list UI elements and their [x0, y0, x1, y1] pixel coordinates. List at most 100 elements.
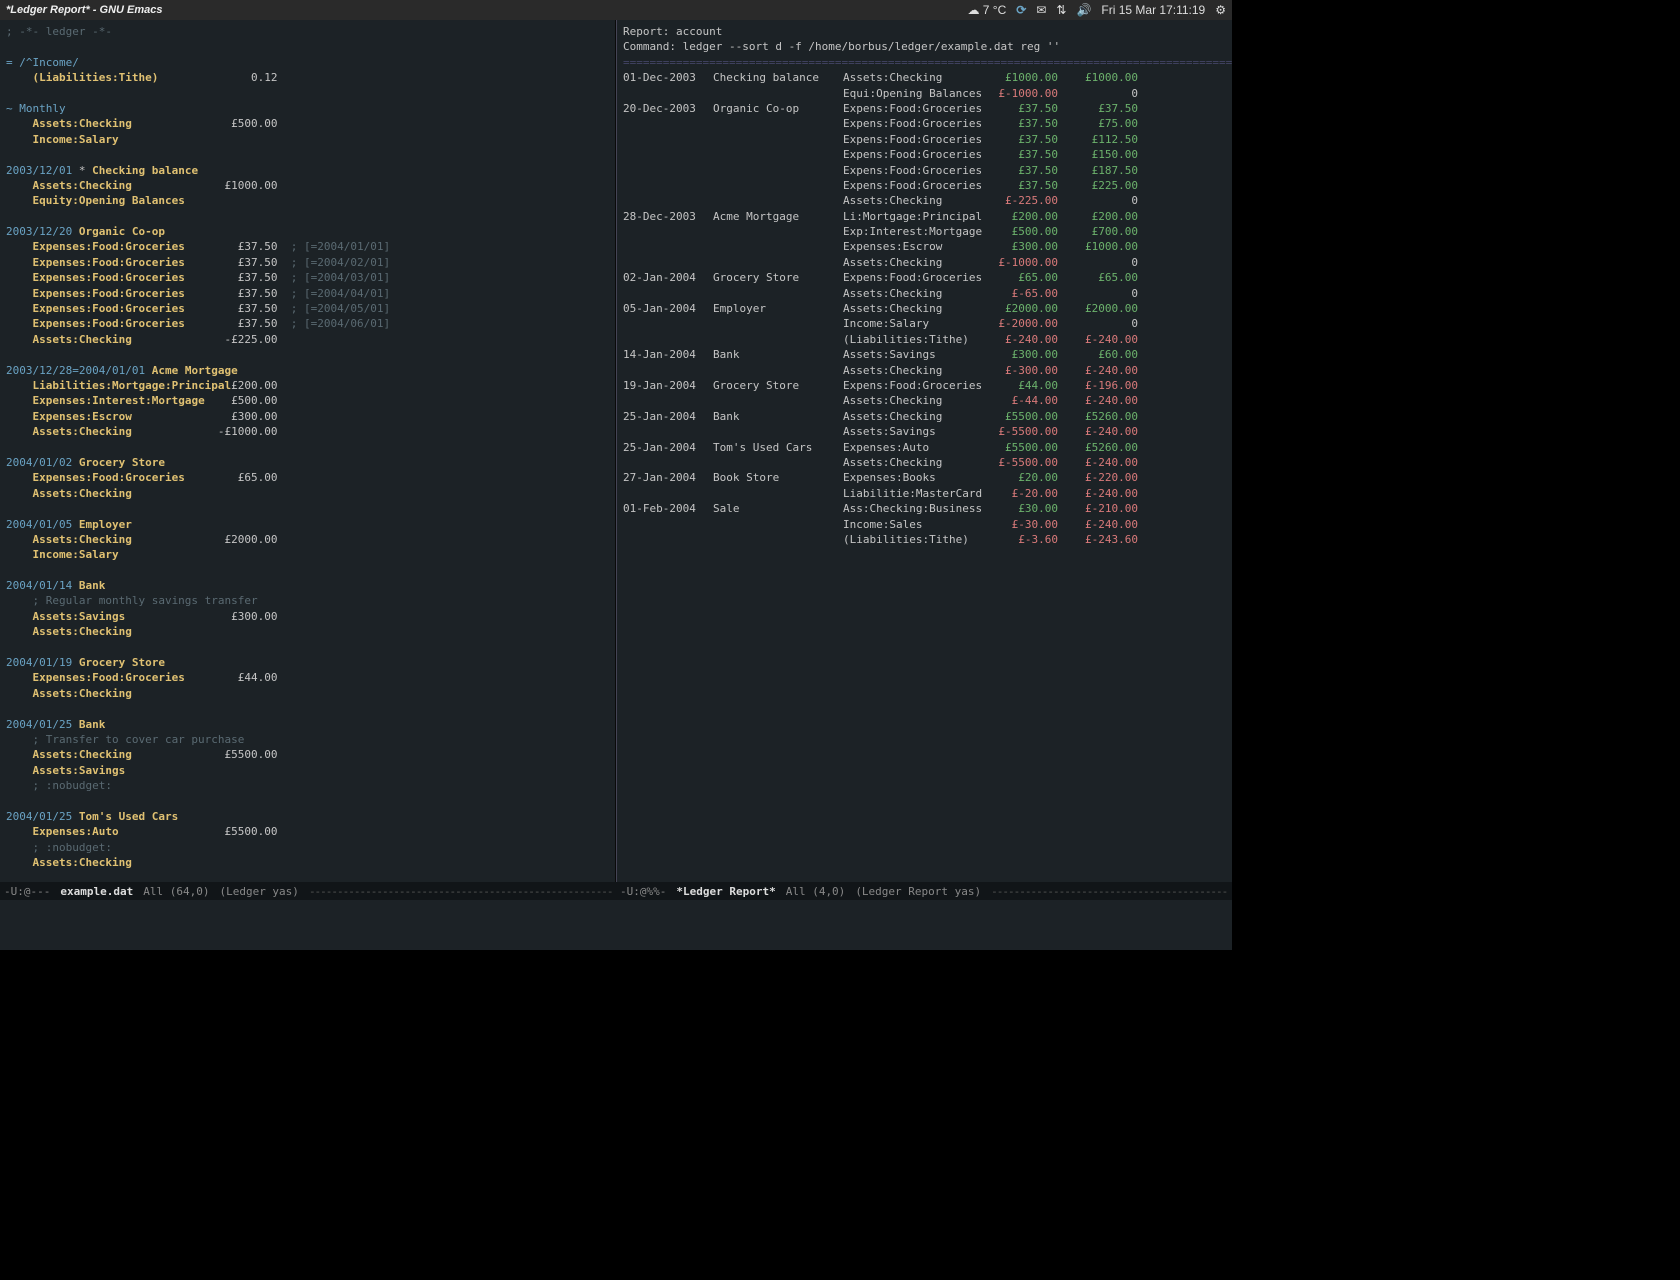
report-row[interactable]: Equi:Opening Balances£-1000.000 [623, 86, 1226, 101]
settings-gear-icon[interactable]: ⚙ [1215, 3, 1226, 17]
ledger-report-buffer[interactable]: Report: accountCommand: ledger --sort d … [616, 20, 1232, 882]
ledger-source-buffer[interactable]: ; -*- ledger -*- = /^Income/ (Liabilitie… [0, 20, 616, 882]
source-line[interactable] [6, 347, 609, 362]
source-line[interactable] [6, 209, 609, 224]
source-line[interactable]: Expenses:Food:Groceries£65.00 [6, 470, 609, 485]
clock[interactable]: Fri 15 Mar 17:11:19 [1101, 3, 1205, 17]
report-row[interactable]: Assets:Savings£-5500.00£-240.00 [623, 424, 1226, 439]
source-line[interactable]: Income:Salary [6, 547, 609, 562]
source-line[interactable] [6, 501, 609, 516]
source-line[interactable]: 2004/01/25 Bank [6, 717, 609, 732]
report-row[interactable]: Expens:Food:Groceries£37.50£112.50 [623, 132, 1226, 147]
minibuffer[interactable] [0, 900, 1232, 950]
report-row[interactable]: Assets:Checking£-5500.00£-240.00 [623, 455, 1226, 470]
source-line[interactable]: ; Transfer to cover car purchase [6, 732, 609, 747]
report-row[interactable]: Income:Sales£-30.00£-240.00 [623, 517, 1226, 532]
source-line[interactable]: Liabilities:Mortgage:Principal£200.00 [6, 378, 609, 393]
source-line[interactable] [6, 39, 609, 54]
report-row[interactable]: (Liabilities:Tithe)£-240.00£-240.00 [623, 332, 1226, 347]
report-row[interactable]: 28-Dec-2003Acme MortgageLi:Mortgage:Prin… [623, 209, 1226, 224]
source-line[interactable] [6, 640, 609, 655]
source-line[interactable]: 2003/12/01 * Checking balance [6, 163, 609, 178]
source-line[interactable] [6, 794, 609, 809]
report-row[interactable]: Assets:Checking£-300.00£-240.00 [623, 363, 1226, 378]
source-line[interactable] [6, 440, 609, 455]
report-row[interactable]: 25-Jan-2004Tom's Used CarsExpenses:Auto£… [623, 440, 1226, 455]
source-line[interactable]: ; :nobudget: [6, 778, 609, 793]
source-line[interactable]: Assets:Checking [6, 855, 609, 870]
report-row[interactable]: Assets:Checking£-225.000 [623, 193, 1226, 208]
source-line[interactable]: 2004/01/02 Grocery Store [6, 455, 609, 470]
source-line[interactable] [6, 86, 609, 101]
report-row[interactable]: Expens:Food:Groceries£37.50£150.00 [623, 147, 1226, 162]
source-line[interactable]: Income:Salary [6, 132, 609, 147]
report-row[interactable]: Expens:Food:Groceries£37.50£75.00 [623, 116, 1226, 131]
source-line[interactable]: Expenses:Food:Groceries£44.00 [6, 670, 609, 685]
source-line[interactable]: (Liabilities:Tithe)0.12 [6, 70, 609, 85]
report-row[interactable]: 20-Dec-2003Organic Co-opExpens:Food:Groc… [623, 101, 1226, 116]
report-row[interactable]: Expenses:Escrow£300.00£1000.00 [623, 239, 1226, 254]
source-line[interactable]: 2004/01/25 Tom's Used Cars [6, 809, 609, 824]
refresh-icon[interactable]: ⟳ [1016, 3, 1026, 17]
report-row[interactable]: 01-Feb-2004SaleAss:Checking:Business£30.… [623, 501, 1226, 516]
source-line[interactable]: Assets:Checking [6, 686, 609, 701]
source-line[interactable]: Assets:Savings [6, 763, 609, 778]
source-line[interactable]: 2004/01/14 Bank [6, 578, 609, 593]
source-line[interactable]: = /^Income/ [6, 55, 609, 70]
source-line[interactable]: 2004/01/19 Grocery Store [6, 655, 609, 670]
source-line[interactable] [6, 701, 609, 716]
source-line[interactable]: Expenses:Food:Groceries£37.50 ; [=2004/0… [6, 316, 609, 331]
report-row[interactable]: 19-Jan-2004Grocery StoreExpens:Food:Groc… [623, 378, 1226, 393]
source-line[interactable]: ; Regular monthly savings transfer [6, 593, 609, 608]
source-line[interactable]: Assets:Checking£2000.00 [6, 532, 609, 547]
source-line[interactable]: Expenses:Food:Groceries£37.50 ; [=2004/0… [6, 270, 609, 285]
report-row[interactable]: Expens:Food:Groceries£37.50£225.00 [623, 178, 1226, 193]
report-row[interactable]: Expens:Food:Groceries£37.50£187.50 [623, 163, 1226, 178]
source-line[interactable]: Assets:Checking£500.00 [6, 116, 609, 131]
source-line[interactable]: Assets:Checking£1000.00 [6, 178, 609, 193]
source-line[interactable]: Expenses:Escrow£300.00 [6, 409, 609, 424]
report-row[interactable]: 25-Jan-2004BankAssets:Checking£5500.00£5… [623, 409, 1226, 424]
source-line[interactable]: ; -*- ledger -*- [6, 24, 609, 39]
modeline-right[interactable]: -U:@%%- *Ledger Report* All (4,0) (Ledge… [616, 885, 1232, 898]
report-row[interactable]: 02-Jan-2004Grocery StoreExpens:Food:Groc… [623, 270, 1226, 285]
source-line[interactable]: Expenses:Auto£5500.00 [6, 824, 609, 839]
report-row[interactable]: Liabilitie:MasterCard£-20.00£-240.00 [623, 486, 1226, 501]
source-line[interactable]: Expenses:Interest:Mortgage£500.00 [6, 393, 609, 408]
report-row[interactable]: (Liabilities:Tithe)£-3.60£-243.60 [623, 532, 1226, 547]
volume-icon[interactable]: 🔊 [1076, 3, 1091, 17]
weather-indicator[interactable]: ☁ 7 °C [967, 3, 1006, 17]
source-line[interactable]: Expenses:Food:Groceries£37.50 ; [=2004/0… [6, 239, 609, 254]
source-line[interactable] [6, 563, 609, 578]
source-line[interactable]: Equity:Opening Balances [6, 193, 609, 208]
source-line[interactable]: Assets:Checking£5500.00 [6, 747, 609, 762]
source-line[interactable]: 2003/12/28=2004/01/01 Acme Mortgage [6, 363, 609, 378]
report-row[interactable]: 27-Jan-2004Book StoreExpenses:Books£20.0… [623, 470, 1226, 485]
report-row[interactable]: Exp:Interest:Mortgage£500.00£700.00 [623, 224, 1226, 239]
report-row[interactable]: Assets:Checking£-1000.000 [623, 255, 1226, 270]
network-icon[interactable]: ⇅ [1056, 3, 1066, 17]
source-line[interactable]: ~ Monthly [6, 101, 609, 116]
source-line[interactable]: 2003/12/20 Organic Co-op [6, 224, 609, 239]
source-line[interactable]: Expenses:Food:Groceries£37.50 ; [=2004/0… [6, 286, 609, 301]
source-line[interactable] [6, 870, 609, 882]
source-line[interactable]: 2004/01/05 Employer [6, 517, 609, 532]
report-row[interactable]: 01-Dec-2003Checking balanceAssets:Checki… [623, 70, 1226, 85]
report-row[interactable]: 14-Jan-2004BankAssets:Savings£300.00£60.… [623, 347, 1226, 362]
source-line[interactable]: Assets:Checking [6, 624, 609, 639]
modeline-left[interactable]: -U:@--- example.dat All (64,0) (Ledger y… [0, 885, 616, 898]
report-row[interactable]: Assets:Checking£-44.00£-240.00 [623, 393, 1226, 408]
source-line[interactable]: Assets:Checking-£225.00 [6, 332, 609, 347]
source-line[interactable]: Expenses:Food:Groceries£37.50 ; [=2004/0… [6, 255, 609, 270]
modeline-filler: ----------------------------------------… [309, 885, 612, 898]
source-line[interactable]: Expenses:Food:Groceries£37.50 ; [=2004/0… [6, 301, 609, 316]
source-line[interactable]: Assets:Savings£300.00 [6, 609, 609, 624]
source-line[interactable]: ; :nobudget: [6, 840, 609, 855]
source-line[interactable]: Assets:Checking-£1000.00 [6, 424, 609, 439]
source-line[interactable] [6, 147, 609, 162]
report-row[interactable]: Assets:Checking£-65.000 [623, 286, 1226, 301]
report-row[interactable]: 05-Jan-2004EmployerAssets:Checking£2000.… [623, 301, 1226, 316]
source-line[interactable]: Assets:Checking [6, 486, 609, 501]
report-row[interactable]: Income:Salary£-2000.000 [623, 316, 1226, 331]
mail-icon[interactable]: ✉ [1036, 3, 1046, 17]
